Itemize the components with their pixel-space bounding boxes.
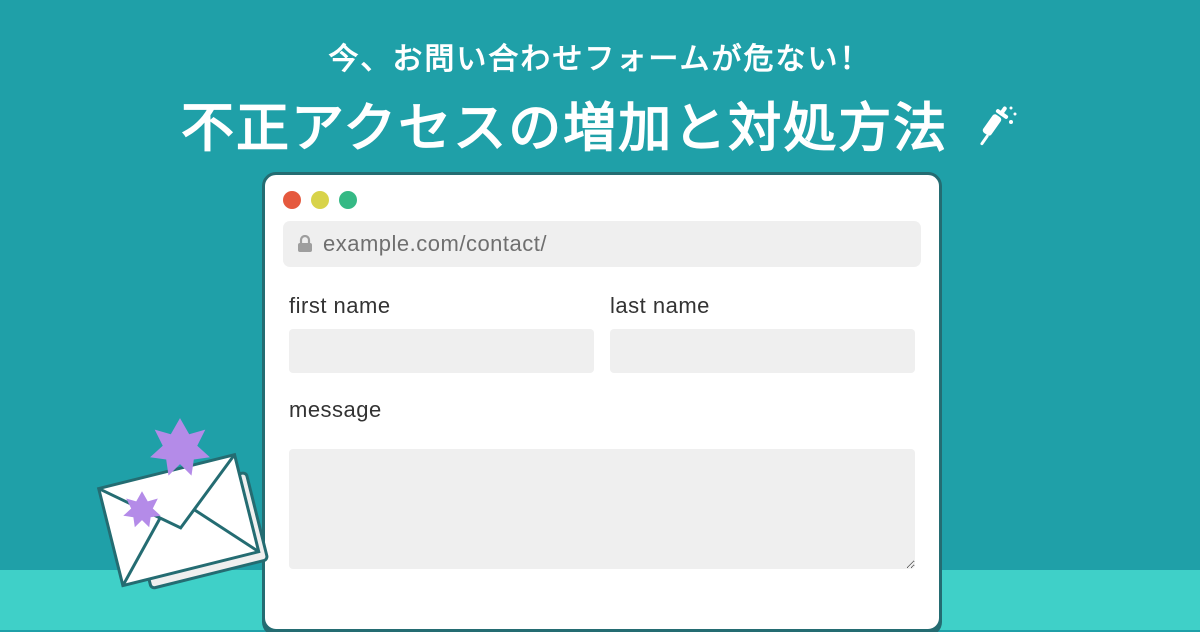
zoom-icon[interactable] [339,191,357,209]
message-label: message [289,397,915,423]
last-name-field: last name [610,293,915,373]
browser-window: example.com/contact/ first name last nam… [262,172,942,632]
syringe-icon [971,104,1019,152]
last-name-label: last name [610,293,915,319]
main-headline-text: 不正アクセスの増加と対処方法 [181,99,948,158]
contact-form: first name last name message [265,267,939,574]
message-field: message [289,397,915,574]
message-input[interactable] [289,449,915,569]
envelope-illustration [86,408,306,608]
url-text: example.com/contact/ [323,231,547,257]
first-name-input[interactable] [289,329,594,373]
lock-icon [297,235,313,253]
first-name-label: first name [289,293,594,319]
main-headline: 不正アクセスの増加と対処方法 [0,86,1200,162]
headline-block: 今、お問い合わせフォームが危ない！ 不正アクセスの増加と対処方法 [0,0,1200,162]
last-name-input[interactable] [610,329,915,373]
address-bar[interactable]: example.com/contact/ [283,221,921,267]
window-controls [265,175,939,221]
first-name-field: first name [289,293,594,373]
minimize-icon[interactable] [311,191,329,209]
sub-headline: 今、お問い合わせフォームが危ない！ [0,34,1200,78]
close-icon[interactable] [283,191,301,209]
